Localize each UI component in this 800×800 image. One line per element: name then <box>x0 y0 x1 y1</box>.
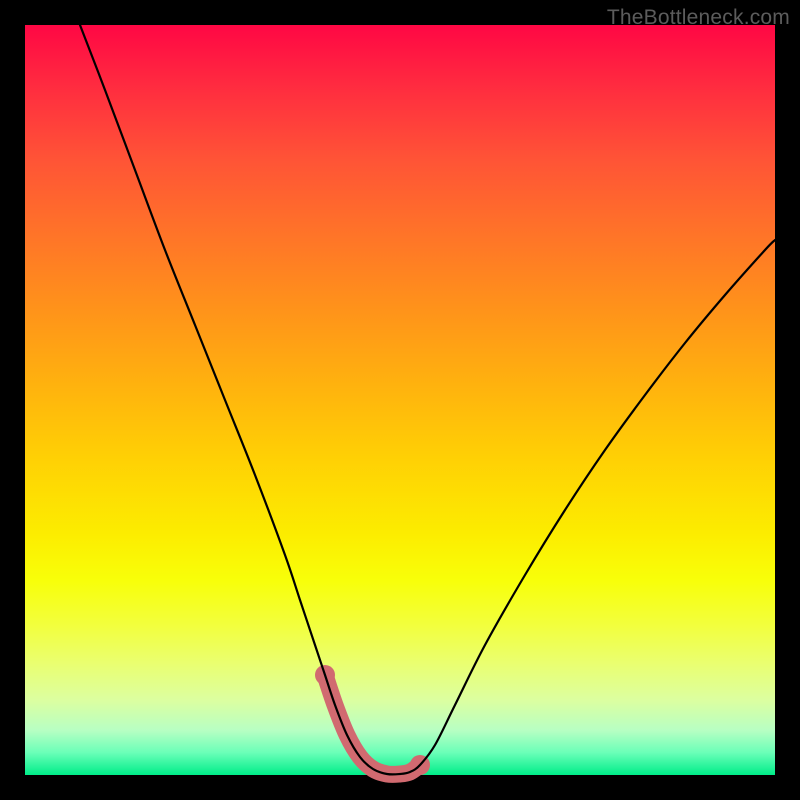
bottleneck-curve-line <box>80 25 775 774</box>
bottleneck-line-chart <box>25 25 775 775</box>
watermark-text: TheBottleneck.com <box>607 6 790 30</box>
valley-highlight-segment <box>325 675 420 774</box>
chart-frame: TheBottleneck.com <box>0 0 800 800</box>
